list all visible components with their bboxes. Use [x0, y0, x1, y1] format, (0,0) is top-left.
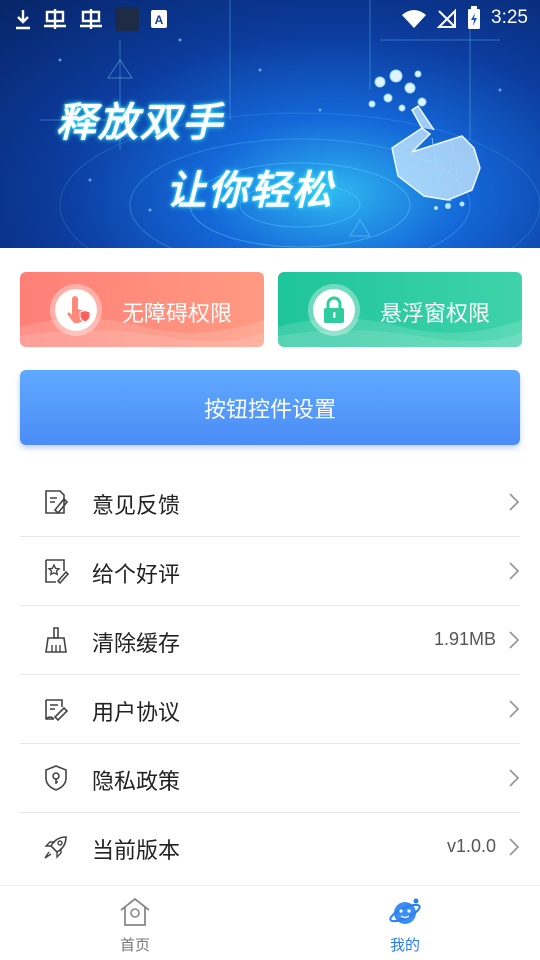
- button-control-settings-button[interactable]: 按钮控件设置: [20, 370, 520, 445]
- planet-icon: [389, 898, 421, 924]
- app-square-icon: [115, 7, 139, 31]
- feedback-icon: [45, 490, 69, 515]
- menu-item-label: 给个好评: [92, 563, 181, 588]
- agreement-icon: [45, 699, 69, 722]
- floating-window-permission-button[interactable]: 悬浮窗权限: [278, 272, 522, 347]
- menu-item-label: 当前版本: [92, 839, 181, 864]
- broom-icon: [45, 627, 67, 653]
- robot-hand-illustration: [368, 69, 481, 210]
- accessibility-permission-button[interactable]: 无障碍权限: [20, 272, 264, 347]
- wifi-icon: [402, 10, 427, 28]
- chevron-right-icon: [509, 700, 520, 718]
- rocket-icon: [44, 836, 67, 859]
- menu-item-current-version[interactable]: 当前版本 v1.0.0: [20, 813, 520, 882]
- floating-window-permission-label: 悬浮窗权限: [380, 302, 491, 327]
- bug-icon: [80, 9, 102, 29]
- menu-item-user-agreement[interactable]: 用户协议: [20, 675, 520, 744]
- menu-item-label: 隐私政策: [92, 770, 181, 795]
- version-value: v1.0.0: [446, 836, 496, 856]
- banner-title-line1: 释放双手: [56, 100, 224, 146]
- svg-text:A: A: [155, 13, 164, 27]
- bug-icon: [44, 9, 66, 29]
- battery-charging-icon: [468, 6, 481, 29]
- home-icon: [120, 897, 150, 926]
- download-icon: [16, 10, 30, 30]
- touch-shield-icon: [67, 296, 91, 323]
- settings-menu: 意见反馈 给个好评 清除缓存 1.91MB 用户协议 隐私政策 当前版本 v1.…: [20, 468, 520, 882]
- cache-size-value: 1.91MB: [433, 629, 496, 649]
- rate-star-icon: [45, 559, 70, 585]
- chevron-right-icon: [509, 562, 520, 580]
- chevron-right-icon: [509, 838, 520, 856]
- menu-item-label: 意见反馈: [92, 494, 181, 519]
- privacy-shield-icon: [45, 765, 67, 791]
- lock-icon: [324, 296, 344, 323]
- menu-item-label: 用户协议: [92, 701, 181, 726]
- nav-label-home: 首页: [119, 936, 150, 954]
- banner-title-line2: 让你轻松: [166, 168, 334, 214]
- no-signal-icon: [437, 8, 457, 28]
- chevron-right-icon: [509, 493, 520, 511]
- chevron-right-icon: [509, 769, 520, 787]
- menu-item-privacy-policy[interactable]: 隐私政策: [20, 744, 520, 813]
- bottom-navigation: 首页 我的: [0, 885, 540, 960]
- chevron-right-icon: [509, 631, 520, 649]
- accessibility-permission-label: 无障碍权限: [122, 302, 233, 327]
- keyboard-a-icon: A: [151, 10, 167, 28]
- nav-label-mine: 我的: [389, 936, 420, 954]
- status-bar: A 3:25: [0, 0, 540, 38]
- menu-item-rate[interactable]: 给个好评: [20, 537, 520, 606]
- floating-window-icon-badge: [308, 284, 360, 336]
- nav-tab-mine[interactable]: 我的: [270, 886, 540, 960]
- menu-item-feedback[interactable]: 意见反馈: [20, 468, 520, 537]
- accessibility-icon-badge: [50, 284, 102, 336]
- banner: A 3:25 释放双手 让你轻松: [0, 0, 540, 248]
- menu-item-clear-cache[interactable]: 清除缓存 1.91MB: [20, 606, 520, 675]
- status-time: 3:25: [491, 7, 528, 28]
- screen: A 3:25 释放双手 让你轻松 无障碍权限 悬浮窗权限 按钮控件设置 意见反馈…: [0, 0, 540, 960]
- nav-tab-home[interactable]: 首页: [0, 886, 270, 960]
- menu-item-label: 清除缓存: [92, 632, 181, 657]
